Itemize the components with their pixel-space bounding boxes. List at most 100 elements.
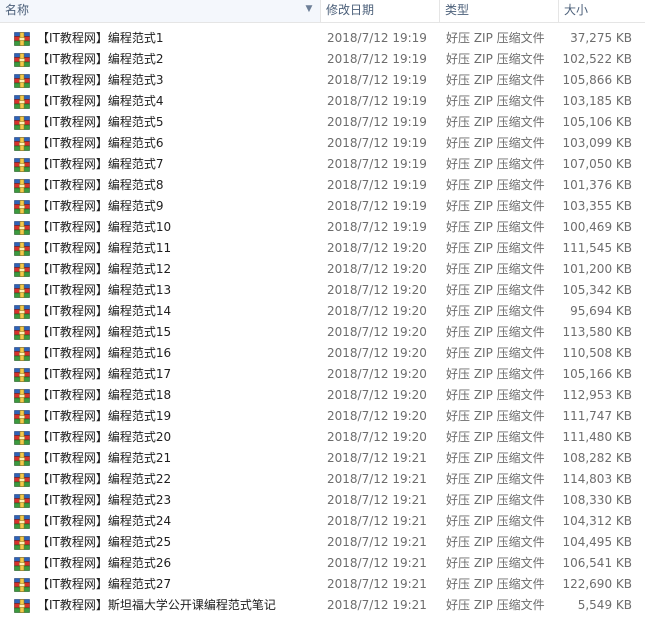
file-name-cell[interactable]: 【IT教程网】编程范式14 [14, 301, 319, 322]
zip-archive-icon [14, 52, 30, 67]
file-name-cell[interactable]: 【IT教程网】编程范式27 [14, 574, 319, 595]
file-modified-date: 2018/7/12 19:20 [327, 304, 427, 318]
file-row[interactable]: 【IT教程网】编程范式3 2018/7/12 19:19 好压 ZIP 压缩文件… [0, 70, 645, 91]
file-row[interactable]: 【IT教程网】编程范式19 2018/7/12 19:20 好压 ZIP 压缩文… [0, 406, 645, 427]
file-row[interactable]: 【IT教程网】编程范式12 2018/7/12 19:20 好压 ZIP 压缩文… [0, 259, 645, 280]
file-modified-date: 2018/7/12 19:19 [327, 178, 427, 192]
file-row[interactable]: 【IT教程网】编程范式13 2018/7/12 19:20 好压 ZIP 压缩文… [0, 280, 645, 301]
file-row[interactable]: 【IT教程网】编程范式18 2018/7/12 19:20 好压 ZIP 压缩文… [0, 385, 645, 406]
file-name: 【IT教程网】编程范式12 [37, 262, 172, 276]
file-row[interactable]: 【IT教程网】编程范式20 2018/7/12 19:20 好压 ZIP 压缩文… [0, 427, 645, 448]
file-name-cell[interactable]: 【IT教程网】编程范式2 [14, 49, 319, 70]
file-name-cell[interactable]: 【IT教程网】编程范式11 [14, 238, 319, 259]
file-name-cell[interactable]: 【IT教程网】编程范式9 [14, 196, 319, 217]
file-name: 【IT教程网】编程范式5 [37, 115, 164, 129]
file-size: 103,099 KB [562, 136, 632, 150]
file-name-cell[interactable]: 【IT教程网】编程范式6 [14, 133, 319, 154]
column-header-name[interactable]: 名称 ▼ [0, 0, 321, 22]
file-size: 104,312 KB [562, 514, 632, 528]
file-name: 【IT教程网】编程范式9 [37, 199, 164, 213]
file-modified-date: 2018/7/12 19:21 [327, 577, 427, 591]
file-name: 【IT教程网】编程范式23 [37, 493, 172, 507]
file-name-cell[interactable]: 【IT教程网】编程范式20 [14, 427, 319, 448]
file-name: 【IT教程网】编程范式4 [37, 94, 164, 108]
file-name-cell[interactable]: 【IT教程网】编程范式17 [14, 364, 319, 385]
zip-archive-icon [14, 220, 30, 235]
file-row[interactable]: 【IT教程网】编程范式14 2018/7/12 19:20 好压 ZIP 压缩文… [0, 301, 645, 322]
zip-archive-icon [14, 493, 30, 508]
file-row[interactable]: 【IT教程网】编程范式16 2018/7/12 19:20 好压 ZIP 压缩文… [0, 343, 645, 364]
file-name-cell[interactable]: 【IT教程网】编程范式5 [14, 112, 319, 133]
file-name-cell[interactable]: 【IT教程网】编程范式13 [14, 280, 319, 301]
file-name: 【IT教程网】编程范式2 [37, 52, 164, 66]
file-name-cell[interactable]: 【IT教程网】编程范式23 [14, 490, 319, 511]
file-name-cell[interactable]: 【IT教程网】编程范式15 [14, 322, 319, 343]
file-name-cell[interactable]: 【IT教程网】编程范式12 [14, 259, 319, 280]
file-modified-date: 2018/7/12 19:21 [327, 493, 427, 507]
file-name-cell[interactable]: 【IT教程网】编程范式7 [14, 154, 319, 175]
file-row[interactable]: 【IT教程网】编程范式1 2018/7/12 19:19 好压 ZIP 压缩文件… [0, 28, 645, 49]
file-row[interactable]: 【IT教程网】编程范式24 2018/7/12 19:21 好压 ZIP 压缩文… [0, 511, 645, 532]
file-name: 【IT教程网】编程范式24 [37, 514, 172, 528]
zip-archive-icon [14, 115, 30, 130]
file-row[interactable]: 【IT教程网】编程范式21 2018/7/12 19:21 好压 ZIP 压缩文… [0, 448, 645, 469]
file-name-cell[interactable]: 【IT教程网】编程范式3 [14, 70, 319, 91]
file-name: 【IT教程网】斯坦福大学公开课编程范式笔记 [37, 598, 276, 612]
file-row[interactable]: 【IT教程网】编程范式25 2018/7/12 19:21 好压 ZIP 压缩文… [0, 532, 645, 553]
column-header-size[interactable]: 大小 [559, 0, 645, 22]
column-header-date[interactable]: 修改日期 [321, 0, 440, 22]
file-row[interactable]: 【IT教程网】编程范式10 2018/7/12 19:19 好压 ZIP 压缩文… [0, 217, 645, 238]
file-name: 【IT教程网】编程范式19 [37, 409, 172, 423]
file-row[interactable]: 【IT教程网】编程范式9 2018/7/12 19:19 好压 ZIP 压缩文件… [0, 196, 645, 217]
file-type: 好压 ZIP 压缩文件 [446, 346, 545, 360]
file-size: 122,690 KB [562, 577, 632, 591]
file-row[interactable]: 【IT教程网】编程范式6 2018/7/12 19:19 好压 ZIP 压缩文件… [0, 133, 645, 154]
file-name-cell[interactable]: 【IT教程网】编程范式18 [14, 385, 319, 406]
zip-archive-icon [14, 451, 30, 466]
file-row[interactable]: 【IT教程网】编程范式15 2018/7/12 19:20 好压 ZIP 压缩文… [0, 322, 645, 343]
file-name-cell[interactable]: 【IT教程网】编程范式16 [14, 343, 319, 364]
sort-chevron-down-icon: ▼ [305, 4, 313, 14]
zip-archive-icon [14, 262, 30, 277]
file-name: 【IT教程网】编程范式21 [37, 451, 172, 465]
file-name-cell[interactable]: 【IT教程网】编程范式19 [14, 406, 319, 427]
file-type: 好压 ZIP 压缩文件 [446, 136, 545, 150]
file-row[interactable]: 【IT教程网】编程范式2 2018/7/12 19:19 好压 ZIP 压缩文件… [0, 49, 645, 70]
file-name-cell[interactable]: 【IT教程网】编程范式26 [14, 553, 319, 574]
file-type: 好压 ZIP 压缩文件 [446, 514, 545, 528]
file-size: 113,580 KB [562, 325, 632, 339]
file-row[interactable]: 【IT教程网】编程范式23 2018/7/12 19:21 好压 ZIP 压缩文… [0, 490, 645, 511]
file-name-cell[interactable]: 【IT教程网】编程范式1 [14, 28, 319, 49]
file-name-cell[interactable]: 【IT教程网】编程范式21 [14, 448, 319, 469]
file-size: 108,330 KB [562, 493, 632, 507]
zip-archive-icon [14, 31, 30, 46]
file-name-cell[interactable]: 【IT教程网】编程范式25 [14, 532, 319, 553]
file-name: 【IT教程网】编程范式6 [37, 136, 164, 150]
file-row[interactable]: 【IT教程网】编程范式17 2018/7/12 19:20 好压 ZIP 压缩文… [0, 364, 645, 385]
file-row[interactable]: 【IT教程网】编程范式4 2018/7/12 19:19 好压 ZIP 压缩文件… [0, 91, 645, 112]
file-name: 【IT教程网】编程范式11 [37, 241, 172, 255]
file-row[interactable]: 【IT教程网】编程范式26 2018/7/12 19:21 好压 ZIP 压缩文… [0, 553, 645, 574]
file-name-cell[interactable]: 【IT教程网】编程范式24 [14, 511, 319, 532]
file-name-cell[interactable]: 【IT教程网】编程范式10 [14, 217, 319, 238]
file-row[interactable]: 【IT教程网】编程范式11 2018/7/12 19:20 好压 ZIP 压缩文… [0, 238, 645, 259]
file-name: 【IT教程网】编程范式17 [37, 367, 172, 381]
file-row[interactable]: 【IT教程网】编程范式22 2018/7/12 19:21 好压 ZIP 压缩文… [0, 469, 645, 490]
file-row[interactable]: 【IT教程网】斯坦福大学公开课编程范式笔记 2018/7/12 19:21 好压… [0, 595, 645, 616]
file-type: 好压 ZIP 压缩文件 [446, 430, 545, 444]
file-row[interactable]: 【IT教程网】编程范式27 2018/7/12 19:21 好压 ZIP 压缩文… [0, 574, 645, 595]
column-header-type[interactable]: 类型 [440, 0, 559, 22]
file-name-cell[interactable]: 【IT教程网】斯坦福大学公开课编程范式笔记 [14, 595, 319, 616]
file-size: 110,508 KB [562, 346, 632, 360]
file-modified-date: 2018/7/12 19:21 [327, 598, 427, 612]
zip-archive-icon [14, 472, 30, 487]
file-modified-date: 2018/7/12 19:20 [327, 241, 427, 255]
file-row[interactable]: 【IT教程网】编程范式8 2018/7/12 19:19 好压 ZIP 压缩文件… [0, 175, 645, 196]
file-name-cell[interactable]: 【IT教程网】编程范式22 [14, 469, 319, 490]
file-name-cell[interactable]: 【IT教程网】编程范式4 [14, 91, 319, 112]
file-name-cell[interactable]: 【IT教程网】编程范式8 [14, 175, 319, 196]
file-row[interactable]: 【IT教程网】编程范式5 2018/7/12 19:19 好压 ZIP 压缩文件… [0, 112, 645, 133]
file-type: 好压 ZIP 压缩文件 [446, 535, 545, 549]
file-row[interactable]: 【IT教程网】编程范式7 2018/7/12 19:19 好压 ZIP 压缩文件… [0, 154, 645, 175]
file-type: 好压 ZIP 压缩文件 [446, 451, 545, 465]
